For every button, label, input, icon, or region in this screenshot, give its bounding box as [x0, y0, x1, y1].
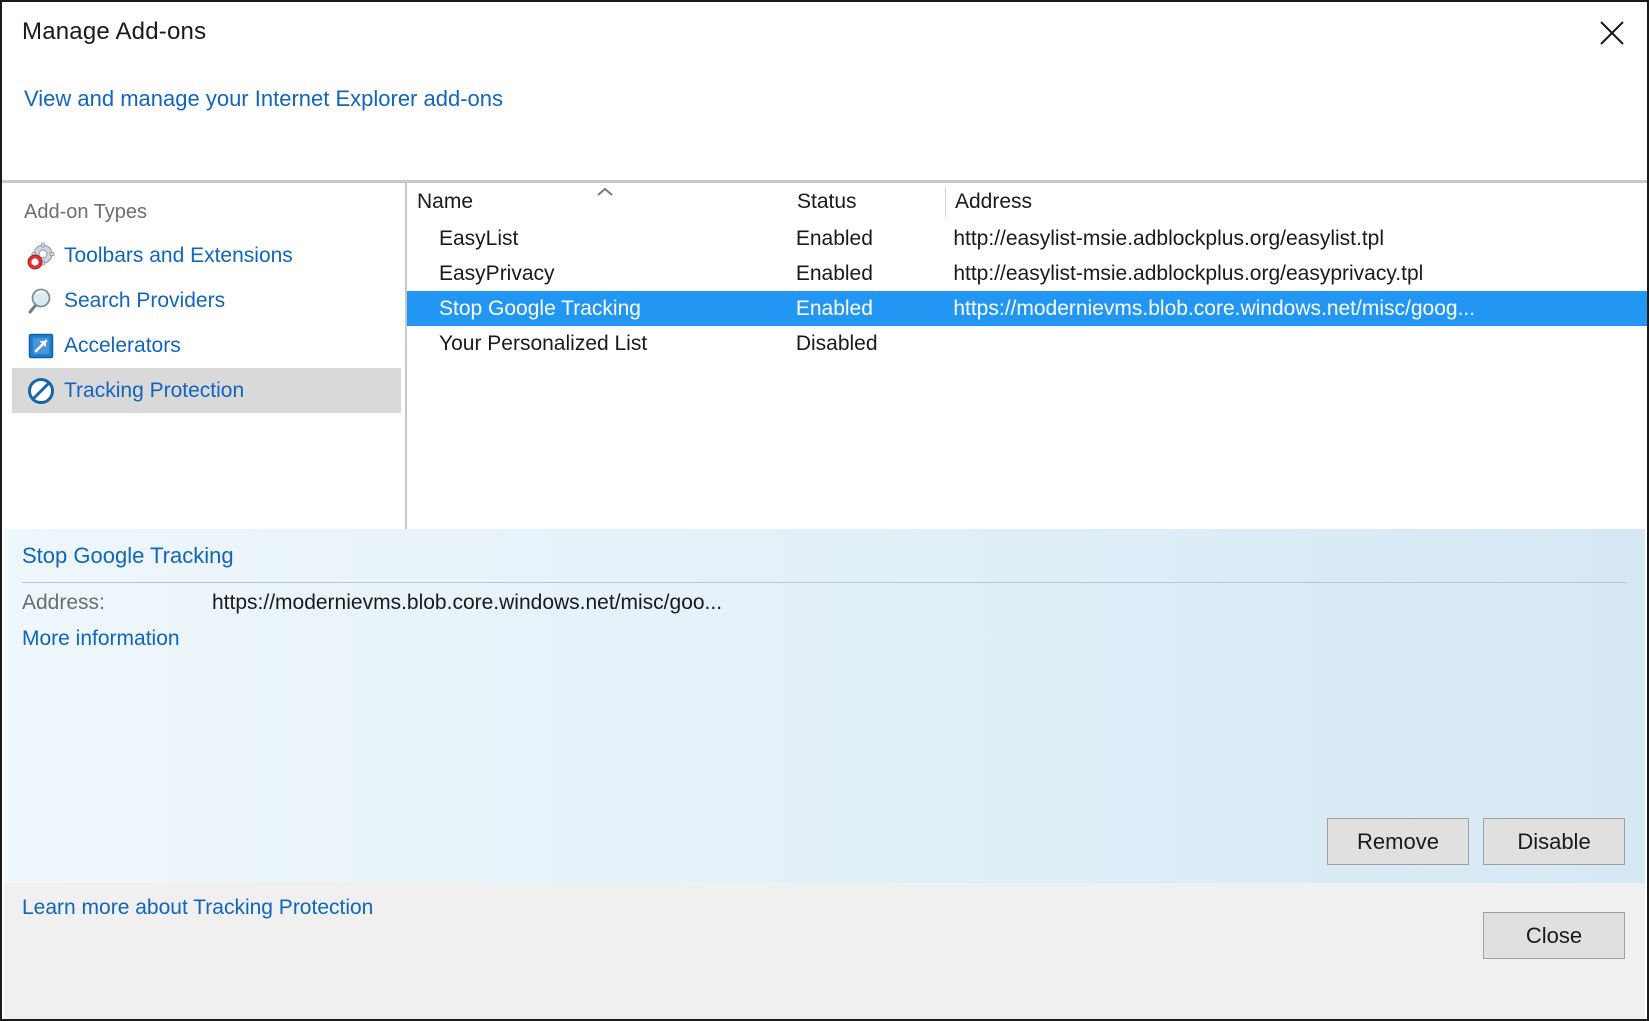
- sidebar-item-accelerators[interactable]: Accelerators: [12, 323, 401, 368]
- row-name: Stop Google Tracking: [439, 297, 641, 320]
- sidebar-item-search-providers[interactable]: Search Providers: [12, 278, 401, 323]
- row-status: Disabled: [795, 332, 878, 355]
- row-status: Enabled: [795, 262, 873, 285]
- table-row[interactable]: EasyList Enabled http://easylist-msie.ad…: [407, 221, 1647, 256]
- remove-button[interactable]: Remove: [1327, 818, 1469, 865]
- row-status: Enabled: [795, 227, 873, 250]
- chevron-up-icon: [595, 185, 615, 199]
- details-title[interactable]: Stop Google Tracking: [22, 543, 234, 569]
- more-information-link[interactable]: More information: [22, 627, 180, 651]
- window-title: Manage Add-ons: [22, 18, 207, 45]
- sidebar-item-label: Tracking Protection: [64, 378, 245, 402]
- column-header-address[interactable]: Address: [945, 183, 1645, 221]
- sidebar-title: Add-on Types: [24, 201, 148, 223]
- row-address: http://easylist-msie.adblockplus.org/eas…: [953, 227, 1385, 250]
- addons-list: Name Status Address EasyList Enabled htt…: [405, 183, 1647, 529]
- addon-types-sidebar: Add-on Types Toolbars and Extensions Sea…: [12, 183, 401, 529]
- dialog-footer: Learn more about Tracking Protection Clo…: [4, 883, 1645, 1019]
- table-row[interactable]: Your Personalized List Disabled: [407, 326, 1647, 361]
- header-description-link[interactable]: View and manage your Internet Explorer a…: [24, 86, 503, 112]
- row-name: EasyList: [439, 227, 519, 250]
- sidebar-item-label: Accelerators: [64, 333, 181, 357]
- close-icon[interactable]: [1589, 10, 1635, 56]
- disable-button[interactable]: Disable: [1483, 818, 1625, 865]
- list-column-headers: Name Status Address: [407, 183, 1647, 221]
- sidebar-item-tracking-protection[interactable]: Tracking Protection: [12, 368, 401, 413]
- details-address-value: https://modernievms.blob.core.windows.ne…: [212, 591, 723, 614]
- title-bar: Manage Add-ons: [2, 2, 1647, 64]
- details-action-buttons: Remove Disable: [1327, 818, 1625, 865]
- manage-addons-dialog: Manage Add-ons View and manage your Inte…: [0, 0, 1649, 1021]
- column-header-status[interactable]: Status: [787, 183, 945, 221]
- row-status: Enabled: [795, 297, 873, 320]
- table-row[interactable]: Stop Google Tracking Enabled https://mod…: [407, 291, 1647, 326]
- row-address: https://modernievms.blob.core.windows.ne…: [953, 297, 1476, 320]
- main-content-area: Add-on Types Toolbars and Extensions Sea…: [2, 180, 1647, 529]
- row-address: http://easylist-msie.adblockplus.org/eas…: [953, 262, 1424, 285]
- row-name: Your Personalized List: [439, 332, 648, 355]
- learn-more-link[interactable]: Learn more about Tracking Protection: [22, 896, 373, 920]
- sidebar-item-label: Toolbars and Extensions: [64, 243, 293, 267]
- gear-blocked-icon: [26, 241, 56, 271]
- table-row[interactable]: EasyPrivacy Enabled http://easylist-msie…: [407, 256, 1647, 291]
- sidebar-item-toolbars-and-extensions[interactable]: Toolbars and Extensions: [12, 233, 401, 278]
- sidebar-list: Toolbars and Extensions Search Providers: [12, 233, 401, 413]
- row-address: [943, 326, 1647, 361]
- no-entry-icon: [26, 376, 56, 406]
- details-address-label: Address:: [22, 591, 105, 614]
- sidebar-item-label: Search Providers: [64, 288, 226, 312]
- close-button[interactable]: Close: [1483, 912, 1625, 959]
- details-panel: Stop Google Tracking Address: https://mod…: [4, 529, 1645, 883]
- list-rows: EasyList Enabled http://easylist-msie.ad…: [407, 221, 1647, 361]
- row-name: EasyPrivacy: [439, 262, 555, 285]
- magnifier-icon: [26, 286, 56, 316]
- details-address-row: Address: https://modernievms.blob.core.wi…: [22, 591, 1022, 615]
- arrow-box-icon: [26, 331, 56, 361]
- details-divider: [22, 582, 1627, 583]
